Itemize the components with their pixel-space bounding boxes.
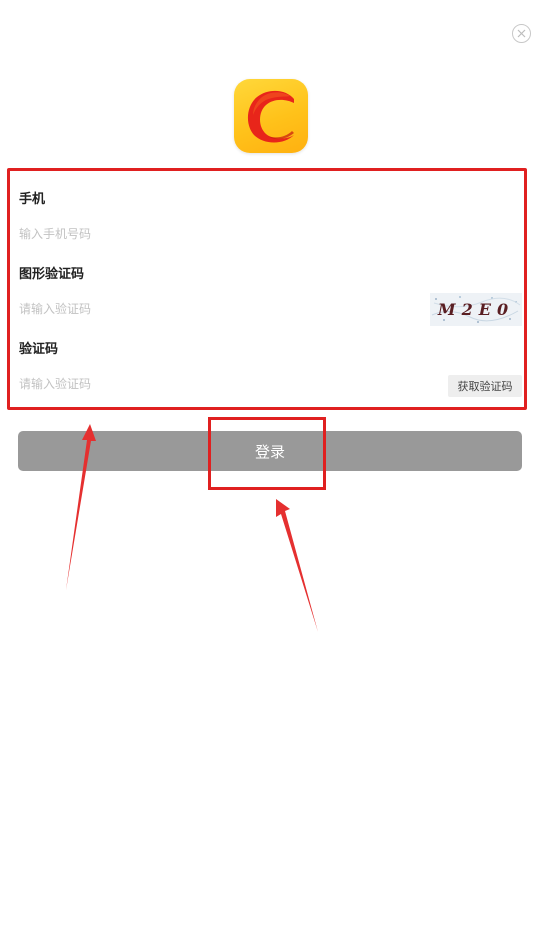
- app-logo-icon: [234, 79, 308, 153]
- phone-input[interactable]: [19, 223, 399, 245]
- captcha-image[interactable]: M2E0: [430, 293, 522, 326]
- get-code-button[interactable]: 获取验证码: [448, 375, 522, 397]
- captcha-text: M2E0: [437, 300, 515, 319]
- sms-code-label: 验证码: [19, 342, 59, 357]
- close-icon[interactable]: [512, 24, 531, 43]
- captcha-input[interactable]: [19, 298, 399, 320]
- login-page: 手机 图形验证码 M2E0 验证码 获取验证码 登录: [0, 0, 545, 951]
- login-button[interactable]: 登录: [18, 431, 522, 471]
- captcha-label: 图形验证码: [19, 267, 85, 282]
- phone-label: 手机: [19, 192, 46, 207]
- sms-code-input[interactable]: [19, 373, 399, 395]
- arrow-up-right-icon: [276, 499, 318, 632]
